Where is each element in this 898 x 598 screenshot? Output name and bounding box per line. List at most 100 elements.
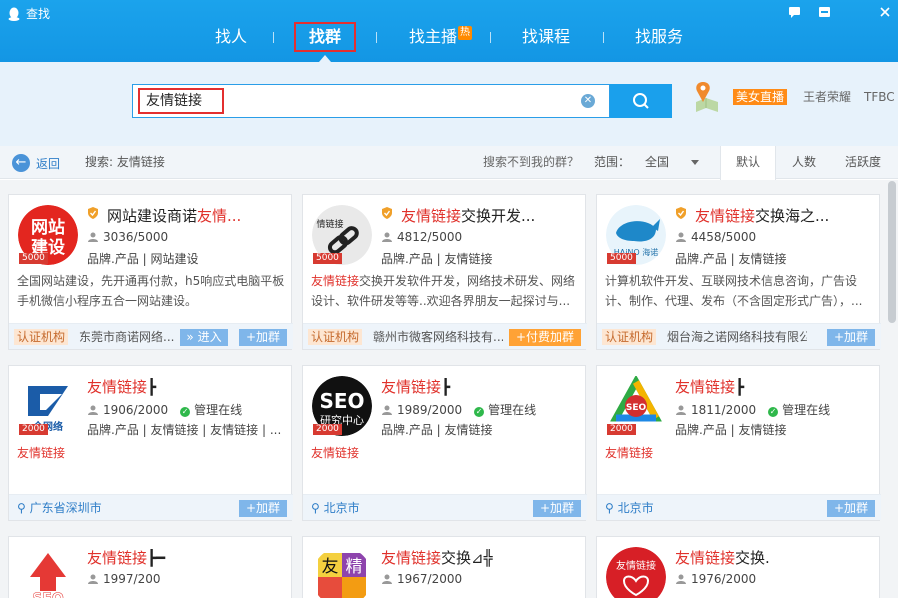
group-card[interactable]: 企网络 2000 友情链接┣ 1906/2000 ✓ 管理在线 品牌.产品 | 友情… bbox=[8, 365, 293, 521]
search-info: 搜索: 友情链接 bbox=[85, 155, 165, 169]
verified-icon bbox=[382, 207, 392, 219]
hot-keyword-1[interactable]: 王者荣耀 bbox=[803, 89, 851, 105]
group-location: ⚲ 北京市 bbox=[311, 501, 360, 515]
clear-icon[interactable]: ✕ bbox=[581, 94, 595, 108]
sort-activity[interactable]: 活跃度 bbox=[832, 146, 894, 179]
group-name: 友情链接┣━ bbox=[87, 549, 166, 567]
scope-select[interactable]: 全国 bbox=[637, 152, 717, 172]
group-description: 计算机软件开发、互联网技术信息咨询，广告设计、制作、代理、发布（不含固定形式广告… bbox=[605, 274, 863, 308]
group-card[interactable]: 网站 建设 5000 网站建设商诺友情... 3036/5000 品牌.产品 | … bbox=[8, 194, 293, 350]
join-group-button[interactable]: +加群 bbox=[533, 500, 581, 517]
not-found-link[interactable]: 搜索不到我的群？ bbox=[483, 154, 579, 170]
sort-members[interactable]: 人数 bbox=[776, 146, 832, 179]
member-count: 1997/200 bbox=[87, 572, 161, 586]
tab-find-people[interactable]: 找人 bbox=[215, 22, 247, 52]
capacity-badge: 5000 bbox=[19, 253, 48, 264]
group-card[interactable]: 友精 友情链接交换⊿╬ 1967/2000 bbox=[302, 536, 586, 598]
hot-badge: 热 bbox=[458, 26, 473, 40]
svg-text:SEO: SEO bbox=[626, 403, 647, 413]
svg-text:精: 精 bbox=[346, 557, 363, 577]
search-input[interactable]: 友情链接 bbox=[132, 84, 610, 118]
join-group-button[interactable]: +加群 bbox=[827, 329, 875, 346]
verified-icon bbox=[676, 207, 686, 219]
tab-find-anchors-label: 找主播 bbox=[409, 27, 458, 46]
paid-join-button[interactable]: +付费加群 bbox=[509, 329, 581, 346]
scope-label: 范围： bbox=[594, 155, 631, 169]
certified-org-badge: 认证机构 bbox=[602, 329, 657, 345]
group-description: 友情链接 bbox=[605, 446, 654, 460]
join-group-button[interactable]: +加群 bbox=[239, 500, 287, 517]
member-count: 1906/2000 ✓ 管理在线 bbox=[87, 401, 242, 418]
active-tab-indicator bbox=[319, 55, 331, 62]
card-footer: ⚲ 北京市 +加群 bbox=[303, 494, 587, 520]
results-area: 网站 建设 5000 网站建设商诺友情... 3036/5000 品牌.产品 | … bbox=[0, 180, 898, 598]
search-button[interactable] bbox=[610, 84, 672, 118]
minimize-button[interactable] bbox=[816, 6, 832, 20]
group-location: ⚲ 广东省深圳市 bbox=[17, 501, 102, 515]
member-count: 1989/2000 ✓ 管理在线 bbox=[381, 401, 536, 418]
tab-find-anchors[interactable]: 找主播热 bbox=[409, 22, 473, 52]
hot-keyword-2[interactable]: TFBC bbox=[864, 89, 895, 105]
join-group-button[interactable]: +加群 bbox=[827, 500, 875, 517]
qq-penguin-icon bbox=[8, 7, 20, 21]
window-title: 查找 bbox=[8, 5, 50, 22]
group-card[interactable]: 情链接 5000 友情链接交换开发... 4812/5000 品牌.产品 | 友… bbox=[302, 194, 587, 350]
window-title-text: 查找 bbox=[26, 7, 51, 21]
group-description: 全国网站建设，先开通再付款，h5响应式电脑平板手机微信小程序五合一网站建设。 bbox=[17, 274, 285, 308]
org-name: 烟台海之诺网络科技有限公司 bbox=[667, 330, 807, 344]
card-footer: 认证机构 东莞市商诺网络... » 进入 +加群 bbox=[9, 323, 293, 349]
group-name: 友情链接交换⊿╬ bbox=[381, 549, 493, 567]
location-map-icon[interactable] bbox=[692, 80, 722, 117]
card-footer: 认证机构 烟台海之诺网络科技有限公司 +加群 bbox=[597, 323, 881, 349]
back-button[interactable]: ← 返回 bbox=[12, 154, 60, 172]
member-count: 1811/2000 ✓ 管理在线 bbox=[675, 401, 830, 418]
capacity-badge: 2000 bbox=[19, 424, 48, 435]
enter-button[interactable]: » 进入 bbox=[180, 329, 228, 346]
app-window: { "window": {"title": "查找", "controls": … bbox=[0, 0, 898, 598]
close-button[interactable] bbox=[877, 6, 893, 20]
svg-text:情链接: 情链接 bbox=[316, 218, 343, 230]
group-description: 友情链接交换开发软件开发，网络技术研发、网络设计、软件研发等等..欢迎各界朋友一… bbox=[311, 274, 576, 308]
person-icon bbox=[88, 405, 98, 415]
member-count: 4458/5000 bbox=[675, 230, 756, 244]
group-name: 网站建设商诺友情... bbox=[107, 207, 242, 225]
tab-find-courses[interactable]: 找课程 bbox=[522, 22, 570, 52]
group-description: 友情链接 bbox=[17, 446, 66, 460]
member-count: 3036/5000 bbox=[87, 230, 168, 244]
person-icon bbox=[676, 232, 686, 242]
message-icon[interactable] bbox=[786, 6, 802, 20]
group-tags: 品牌.产品 | 友情链接 bbox=[675, 252, 787, 266]
certified-org-badge: 认证机构 bbox=[14, 329, 69, 345]
group-avatar: SEO bbox=[18, 547, 78, 598]
tab-find-groups[interactable]: 找群 bbox=[294, 22, 356, 52]
group-card[interactable]: SEO 友情链接┣━ 1997/200 bbox=[8, 536, 292, 598]
person-icon bbox=[676, 405, 686, 415]
group-card[interactable]: 友情链接 友情链接交换. 1976/2000 bbox=[596, 536, 880, 598]
group-card[interactable]: HAiNO 海诺 5000 友情链接交换海之... 4458/5000 品牌.产… bbox=[596, 194, 881, 350]
group-avatar: 友精 bbox=[312, 547, 372, 598]
capacity-badge: 2000 bbox=[313, 424, 342, 435]
scrollbar-thumb[interactable] bbox=[888, 181, 896, 323]
hot-keyword-live[interactable]: 美女直播 bbox=[733, 89, 788, 105]
person-icon bbox=[88, 232, 98, 242]
join-group-button[interactable]: +加群 bbox=[239, 329, 287, 346]
svg-text:SEO: SEO bbox=[32, 591, 64, 598]
capacity-badge: 5000 bbox=[313, 253, 342, 264]
scope-value: 全国 bbox=[645, 155, 670, 169]
group-card[interactable]: SEO 2000 友情链接┣ 1811/2000 ✓ 管理在线 品牌.产品 | 友情… bbox=[596, 365, 881, 521]
member-count: 1967/2000 bbox=[381, 572, 462, 586]
person-icon bbox=[88, 574, 98, 584]
location-pin-icon: ⚲ bbox=[605, 501, 618, 515]
capacity-badge: 5000 bbox=[607, 253, 636, 264]
group-name: 友情链接交换海之... bbox=[695, 207, 830, 225]
search-icon bbox=[633, 93, 649, 109]
search-input-value: 友情链接 bbox=[138, 88, 224, 114]
group-card[interactable]: SEO 研究中心 2000 友情链接┣ 1989/2000 ✓ 管理在线 品牌.产品 … bbox=[302, 365, 587, 521]
tab-find-services[interactable]: 找服务 bbox=[635, 22, 683, 52]
chevron-down-icon bbox=[691, 160, 699, 165]
sort-default[interactable]: 默认 bbox=[720, 146, 776, 180]
card-footer: ⚲ 北京市 +加群 bbox=[597, 494, 881, 520]
card-footer: 认证机构 赣州市微客网络科技有... +付费加群 bbox=[303, 323, 587, 349]
online-check-icon: ✓ bbox=[180, 407, 191, 417]
group-tags: 品牌.产品 | 友情链接 bbox=[381, 423, 493, 437]
